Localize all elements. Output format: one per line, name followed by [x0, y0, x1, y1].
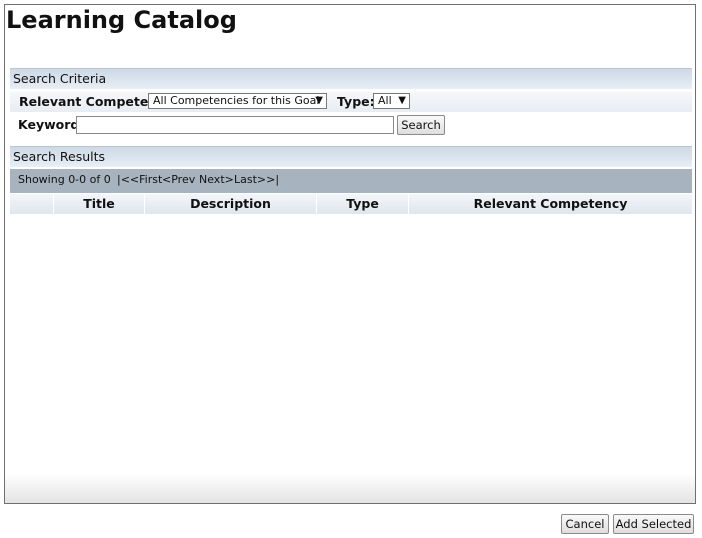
- results-pager-bar: Showing 0-0 of 0 |<<First <Prev Next> La…: [10, 169, 692, 193]
- pager-last-link[interactable]: Last>>|: [234, 169, 279, 191]
- search-results-header: Search Results: [10, 146, 692, 167]
- pager-first-link[interactable]: |<<First: [117, 169, 162, 191]
- results-count: Showing 0-0 of 0: [18, 173, 111, 186]
- type-label: Type:: [337, 94, 375, 109]
- column-header-description[interactable]: Description: [145, 194, 317, 214]
- type-select-value: All: [378, 94, 392, 107]
- column-header-type[interactable]: Type: [317, 194, 409, 214]
- add-selected-button[interactable]: Add Selected: [613, 514, 694, 534]
- competency-select-value: All Competencies for this Goal: [153, 94, 320, 107]
- cancel-button[interactable]: Cancel: [561, 514, 609, 534]
- competency-row: Relevant Competency: All Competencies fo…: [10, 92, 692, 112]
- search-criteria-header: Search Criteria: [10, 68, 692, 89]
- column-header-title[interactable]: Title: [54, 194, 145, 214]
- results-table-header: Title Description Type Relevant Competen…: [10, 194, 692, 214]
- column-header-relevant-competency[interactable]: Relevant Competency: [409, 194, 692, 214]
- keyword-input[interactable]: [76, 116, 394, 134]
- pager-next-link[interactable]: Next>: [199, 169, 234, 191]
- column-header-select: [10, 194, 54, 214]
- page-title: Learning Catalog: [6, 6, 237, 34]
- dropdown-arrow-icon: ▼: [398, 95, 406, 106]
- dialog-bottom-gradient: [5, 473, 695, 503]
- dropdown-arrow-icon: ▼: [315, 95, 323, 106]
- pager-prev-link[interactable]: <Prev: [162, 169, 195, 191]
- competency-select[interactable]: All Competencies for this Goal ▼: [148, 93, 327, 109]
- dialog-frame: Learning Catalog Search Criteria Relevan…: [4, 4, 696, 504]
- type-select[interactable]: All ▼: [373, 93, 410, 109]
- keyword-label: Keyword:: [18, 117, 85, 132]
- search-button[interactable]: Search: [397, 115, 445, 135]
